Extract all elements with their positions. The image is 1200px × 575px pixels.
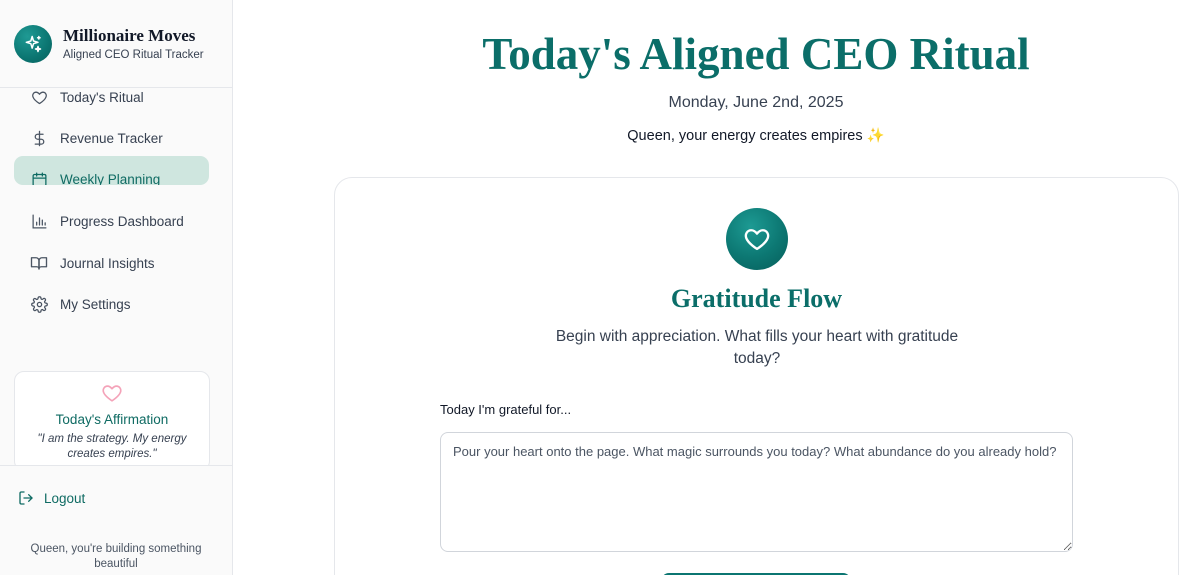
calendar-icon xyxy=(30,170,48,185)
sidebar: Millionaire Moves Aligned CEO Ritual Tra… xyxy=(0,0,233,575)
sidebar-item-label: Journal Insights xyxy=(60,255,155,271)
gratitude-field-label: Today I'm grateful for... xyxy=(440,402,572,417)
logout-button[interactable]: Logout xyxy=(18,490,85,506)
sidebar-item-journal-insights[interactable]: Journal Insights xyxy=(14,248,209,278)
page-title: Today's Aligned CEO Ritual xyxy=(482,29,1030,79)
sidebar-footer: Logout Queen, you're building something … xyxy=(0,465,232,575)
heart-icon xyxy=(30,88,48,106)
bar-chart-icon xyxy=(30,212,48,230)
book-open-icon xyxy=(30,254,48,272)
heart-icon xyxy=(726,208,788,270)
page-date: Monday, June 2nd, 2025 xyxy=(668,94,844,111)
footer-note: Queen, you're building something beautif… xyxy=(30,543,202,570)
page-tagline: Queen, your energy creates empires ✨ xyxy=(627,128,885,144)
affirmation-quote: "I am the strategy. My energy creates em… xyxy=(37,433,187,460)
sidebar-item-label: Today's Ritual xyxy=(60,89,144,105)
sidebar-item-label: Weekly Planning xyxy=(60,172,161,185)
heart-icon xyxy=(15,382,209,406)
sidebar-item-my-settings[interactable]: My Settings xyxy=(14,289,209,319)
dollar-icon xyxy=(30,129,48,147)
main-content: Today's Aligned CEO Ritual Monday, June … xyxy=(233,0,1200,575)
logout-label: Logout xyxy=(44,490,86,506)
sidebar-item-label: My Settings xyxy=(60,296,131,312)
brand-subtitle: Aligned CEO Ritual Tracker xyxy=(63,49,204,61)
sparkles-icon xyxy=(14,25,52,63)
card-description: Begin with appreciation. What fills your… xyxy=(555,328,959,367)
sidebar-item-progress-dashboard[interactable]: Progress Dashboard xyxy=(14,206,209,236)
gratitude-textarea[interactable] xyxy=(440,432,1073,552)
brand-header: Millionaire Moves Aligned CEO Ritual Tra… xyxy=(0,0,232,88)
sidebar-item-revenue-tracker[interactable]: Revenue Tracker xyxy=(14,123,209,153)
gear-icon xyxy=(30,295,48,313)
sidebar-item-label: Progress Dashboard xyxy=(60,213,184,229)
affirmation-card: Today's Affirmation "I am the strategy. … xyxy=(14,371,210,471)
card-title: Gratitude Flow xyxy=(670,284,843,313)
logout-icon xyxy=(18,490,34,506)
sidebar-item-weekly-planning[interactable]: Weekly Planning xyxy=(14,156,209,185)
gratitude-card: Gratitude Flow Begin with appreciation. … xyxy=(334,177,1179,575)
brand-title: Millionaire Moves xyxy=(63,26,196,45)
sidebar-item-label: Revenue Tracker xyxy=(60,130,163,146)
sidebar-item-todays-ritual[interactable]: Today's Ritual xyxy=(14,82,209,112)
affirmation-title: Today's Affirmation xyxy=(55,412,169,427)
